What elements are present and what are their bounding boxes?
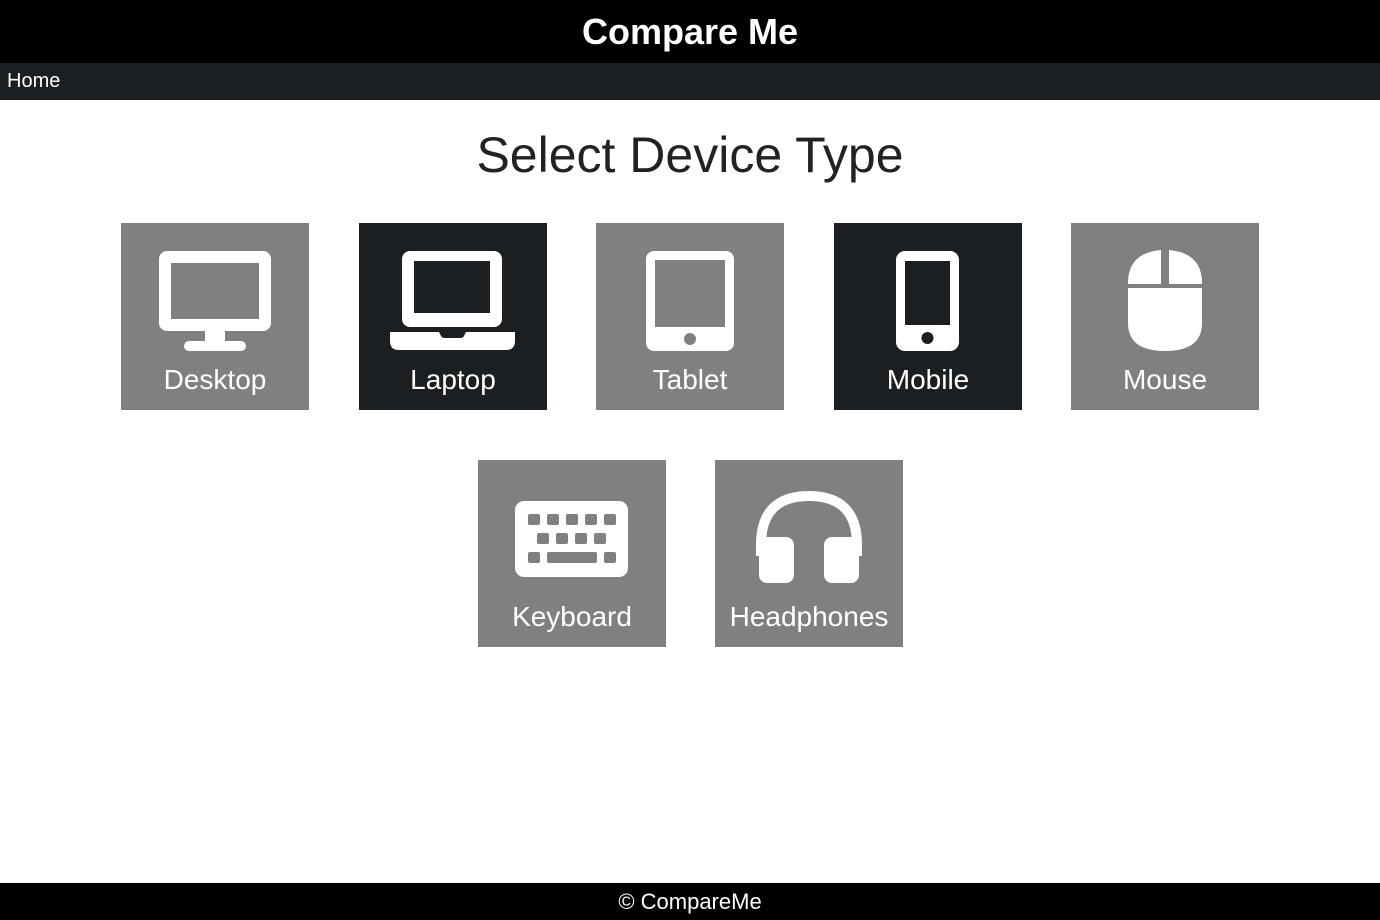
device-label-mobile: Mobile (886, 364, 970, 395)
device-tile-laptop[interactable]: Laptop (359, 223, 547, 410)
app-header: Compare Me (0, 0, 1380, 63)
desktop-icon (121, 223, 309, 363)
device-tile-mobile[interactable]: Mobile (834, 223, 1022, 410)
footer-copyright: © CompareMe (618, 888, 762, 914)
mobile-icon (834, 223, 1022, 363)
nav-home-link[interactable]: Home (0, 63, 60, 100)
device-label-headphones: Headphones (729, 601, 889, 632)
device-label-desktop: Desktop (163, 364, 267, 395)
nav-bar: Home (0, 63, 1380, 100)
device-label-keyboard: Keyboard (512, 601, 632, 632)
device-label-laptop: Laptop (410, 364, 496, 395)
mouse-icon (1071, 223, 1259, 363)
device-tile-mouse[interactable]: Mouse (1071, 223, 1259, 410)
device-tile-keyboard[interactable]: Keyboard (478, 460, 666, 647)
keyboard-icon (478, 460, 666, 600)
page-footer: © CompareMe (0, 883, 1380, 920)
device-tile-tablet[interactable]: Tablet (596, 223, 784, 410)
app-title: Compare Me (581, 10, 799, 52)
page-heading: Select Device Type (476, 127, 904, 183)
device-tile-desktop[interactable]: Desktop (121, 223, 309, 410)
device-label-mouse: Mouse (1122, 364, 1208, 395)
tablet-icon (596, 223, 784, 363)
device-tile-headphones[interactable]: Headphones (715, 460, 903, 647)
page: Compare Me Home Select Device Type Deskt… (0, 0, 1380, 920)
laptop-icon (359, 223, 547, 363)
headphones-icon (715, 460, 903, 600)
device-label-tablet: Tablet (652, 364, 728, 395)
